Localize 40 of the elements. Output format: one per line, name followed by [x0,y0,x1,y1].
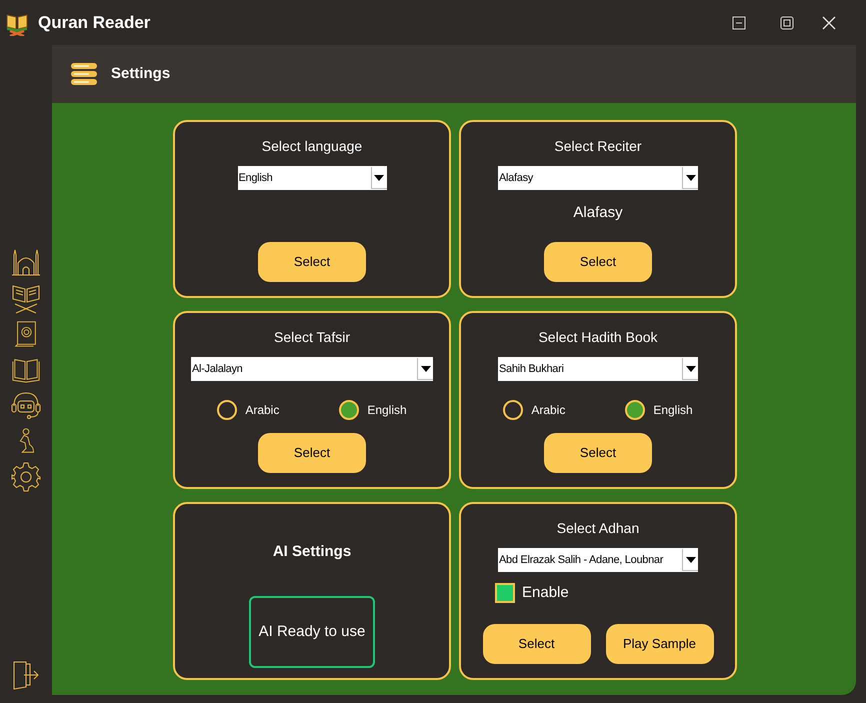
dropdown[interactable]: Abd Elrazak Salih - Adane, Loubnar [498,548,698,572]
selected-reciter-label: Alafasy [573,203,623,223]
section-heading: Select language [262,137,362,156]
action-button[interactable]: Play Sample [606,624,714,664]
section-heading: Select Hadith Book [538,328,658,347]
caret-icon [686,174,696,180]
radio-button[interactable] [339,400,360,420]
radio-label: Arabic [531,402,566,419]
radio-label: English [653,402,693,419]
radio-button[interactable] [503,400,524,420]
checkbox[interactable] [495,583,515,604]
dropdown[interactable]: Al-Jalalayn [191,357,433,381]
settings-icon[interactable] [10,461,42,493]
section-heading: Select Tafsir [274,328,350,347]
radio-label: English [367,402,407,419]
window-title: Quran Reader [38,12,150,34]
section-heading: Select Reciter [554,137,642,156]
minimize-icon[interactable] [732,16,746,30]
maximize-icon[interactable] [780,16,794,30]
checkbox-label: Enable [522,583,569,603]
section-heading: AI Settings [272,542,352,562]
action-button[interactable]: Select [544,433,652,473]
radio-button[interactable] [625,400,646,420]
caret-icon [374,174,384,180]
action-button[interactable]: Select [544,242,652,282]
caret-icon [686,556,696,562]
page-title: Settings [111,64,170,84]
action-button[interactable]: Select [258,433,366,473]
section-heading: Select Adhan [556,519,640,538]
dropdown[interactable]: Alafasy [498,166,698,190]
caret-icon [420,366,430,372]
action-button[interactable]: Select [482,624,590,664]
dropdown[interactable]: Sahih Bukhari [498,357,698,381]
caret-icon [686,366,696,372]
radio-label: Arabic [245,402,280,419]
action-button[interactable]: Select [258,242,366,282]
status-panel: AI Ready to use [249,596,375,668]
close-icon[interactable] [822,16,836,30]
radio-button[interactable] [217,400,238,420]
dropdown[interactable]: English [238,166,386,190]
